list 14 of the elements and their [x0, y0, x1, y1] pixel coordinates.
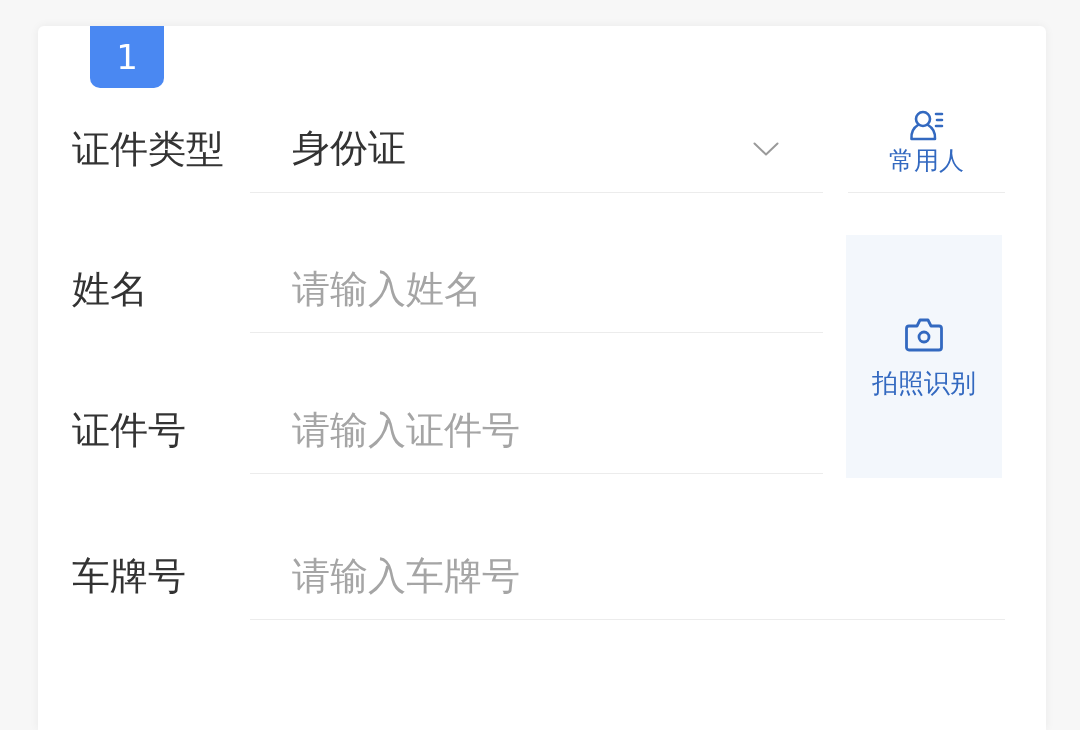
frequent-contacts-button[interactable]: 常用人 — [848, 88, 1005, 193]
camera-icon — [905, 317, 943, 352]
field-label: 证件类型 — [72, 130, 225, 168]
text-input-field[interactable]: 请输入车牌号 — [250, 532, 1005, 620]
field-label: 证件号 — [72, 411, 187, 449]
document-type-select[interactable]: 身份证 — [250, 105, 823, 193]
text-input-field[interactable]: 请输入姓名 — [250, 245, 823, 333]
contact-person-icon — [908, 109, 945, 142]
text-input-field[interactable]: 请输入证件号 — [250, 386, 823, 474]
field-label: 车牌号 — [72, 557, 187, 595]
photo-recognition-button[interactable]: 拍照识别 — [846, 235, 1002, 478]
step-number-badge: 1 — [90, 26, 164, 88]
field-label: 姓名 — [72, 270, 149, 308]
chevron-down-icon — [753, 141, 779, 156]
